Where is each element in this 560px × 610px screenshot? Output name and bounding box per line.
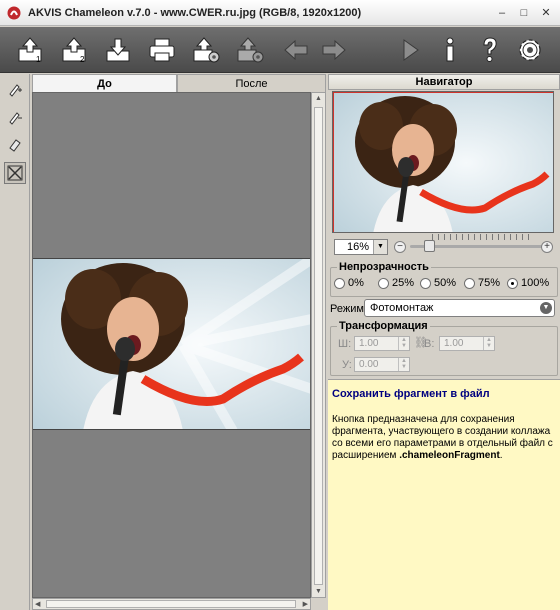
mode-label: Режим — [330, 303, 364, 315]
transform-title: Трансформация — [339, 320, 428, 332]
width-field[interactable]: 1.00 ▲ ▼ — [354, 336, 410, 351]
transform-arrows-icon — [7, 165, 23, 181]
opacity-radio-50[interactable]: 50% — [420, 277, 456, 289]
arrow-right-icon — [322, 39, 346, 61]
download-icon — [106, 38, 130, 62]
opacity-radio-0[interactable]: 0% — [334, 277, 364, 289]
help-text: Кнопка предназначена для сохранения фраг… — [332, 414, 553, 461]
upload-icon: 1 — [18, 37, 42, 64]
scroll-up-icon[interactable]: ▲ — [315, 95, 322, 102]
gear-icon — [519, 39, 541, 61]
zoom-ticks — [432, 234, 532, 240]
scroll-left-icon[interactable]: ◀ — [35, 600, 40, 608]
mode-select[interactable]: Фотомонтаж ▼ — [364, 299, 555, 317]
chevron-down-icon[interactable]: ▼ — [540, 302, 552, 314]
svg-text:1: 1 — [36, 55, 41, 64]
navigator-title: Навигатор — [328, 74, 560, 90]
mode-value: Фотомонтаж — [370, 302, 434, 314]
opacity-radio-100[interactable]: 100% — [507, 277, 549, 289]
info-icon — [446, 37, 454, 62]
maximize-button[interactable]: □ — [516, 6, 532, 20]
opacity-title: Непрозрачность — [339, 261, 429, 273]
main-toolbar: 1 2 — [0, 27, 560, 73]
pen-plus-icon — [9, 84, 22, 97]
printer-icon — [149, 38, 175, 62]
opacity-radio-25[interactable]: 25% — [378, 277, 414, 289]
upload-icon: 2 — [62, 37, 86, 64]
question-icon — [483, 37, 497, 62]
upload-gear-icon — [193, 37, 220, 63]
width-label: Ш: — [338, 338, 352, 350]
horizontal-scrollbar[interactable]: ◀ ▶ — [32, 598, 311, 610]
undo-button[interactable] — [280, 33, 312, 67]
angle-label: У: — [342, 359, 352, 371]
zoom-slider-knob[interactable] — [424, 240, 435, 252]
selection-brush-tool[interactable] — [4, 78, 26, 100]
transform-tool[interactable] — [4, 162, 26, 184]
zoom-value: 16% — [347, 241, 370, 253]
height-label: В: — [424, 338, 435, 350]
vertical-scroll-thumb[interactable] — [314, 107, 323, 585]
eraser-tool[interactable] — [4, 134, 26, 156]
window-title: AKVIS Chameleon v.7.0 - www.CWER.ru.jpg … — [28, 6, 362, 19]
settings-button[interactable] — [514, 33, 546, 67]
run-button[interactable] — [394, 33, 426, 67]
tab-after[interactable]: После — [177, 74, 326, 92]
help-title: Сохранить фрагмент в файл — [332, 388, 490, 400]
minimize-button[interactable]: – — [494, 6, 510, 20]
export-settings-button[interactable] — [190, 33, 222, 67]
opacity-radio-75[interactable]: 75% — [464, 277, 500, 289]
radio-icon[interactable] — [464, 277, 475, 289]
title-bar: AKVIS Chameleon v.7.0 - www.CWER.ru.jpg … — [0, 0, 560, 26]
height-field[interactable]: 1.00 ▲ ▼ — [439, 336, 495, 351]
radio-icon[interactable] — [420, 277, 431, 289]
spin-arrows-icon[interactable]: ▲ ▼ — [398, 337, 409, 350]
eraser-icon — [9, 139, 21, 152]
print-button[interactable] — [146, 33, 178, 67]
file-extension: .chameleonFragment — [399, 450, 500, 461]
zoom-slider[interactable] — [410, 240, 542, 252]
radio-icon[interactable] — [378, 277, 389, 289]
app-logo-icon — [6, 5, 22, 21]
image-canvas[interactable] — [32, 92, 311, 598]
fragment-settings-button[interactable] — [234, 33, 266, 67]
svg-text:2: 2 — [80, 55, 85, 64]
scroll-right-icon[interactable]: ▶ — [303, 600, 308, 608]
upload-gear-icon — [237, 37, 264, 63]
main-photo — [33, 258, 310, 430]
zoom-out-button[interactable]: − — [394, 241, 406, 253]
navigator-preview[interactable] — [332, 91, 554, 233]
help-panel: Сохранить фрагмент в файл Кнопка предназ… — [328, 379, 560, 610]
radio-icon[interactable] — [334, 277, 345, 289]
help-button[interactable] — [474, 33, 506, 67]
spin-arrows-icon[interactable]: ▲ ▼ — [483, 337, 494, 350]
play-icon — [403, 39, 419, 61]
close-button[interactable]: ✕ — [538, 6, 554, 20]
zoom-select[interactable]: 16% ▼ — [334, 239, 388, 255]
horizontal-scroll-thumb[interactable] — [46, 600, 296, 608]
arrow-left-icon — [284, 39, 308, 61]
save-button[interactable] — [102, 33, 134, 67]
zoom-in-button[interactable]: + — [541, 241, 553, 253]
radio-selected-icon[interactable] — [507, 277, 518, 289]
spin-arrows-icon[interactable]: ▲ ▼ — [398, 358, 409, 371]
vertical-scrollbar[interactable]: ▲ ▼ — [311, 92, 326, 598]
pen-minus-icon — [9, 112, 22, 125]
redo-button[interactable] — [318, 33, 350, 67]
tab-before[interactable]: До — [32, 74, 177, 92]
angle-field[interactable]: 0.00 ▲ ▼ — [354, 357, 410, 372]
settings-panel: Навигатор 16% ▼ − + Непрозрачность 0% 25… — [328, 74, 560, 610]
open-image-2-button[interactable]: 2 — [58, 33, 90, 67]
tools-panel — [0, 74, 30, 610]
erase-selection-tool[interactable] — [4, 106, 26, 128]
view-tabs: До После — [32, 74, 326, 92]
scroll-down-icon[interactable]: ▼ — [315, 588, 322, 595]
chevron-down-icon[interactable]: ▼ — [373, 240, 387, 254]
info-button[interactable] — [434, 33, 466, 67]
open-image-1-button[interactable]: 1 — [14, 33, 46, 67]
